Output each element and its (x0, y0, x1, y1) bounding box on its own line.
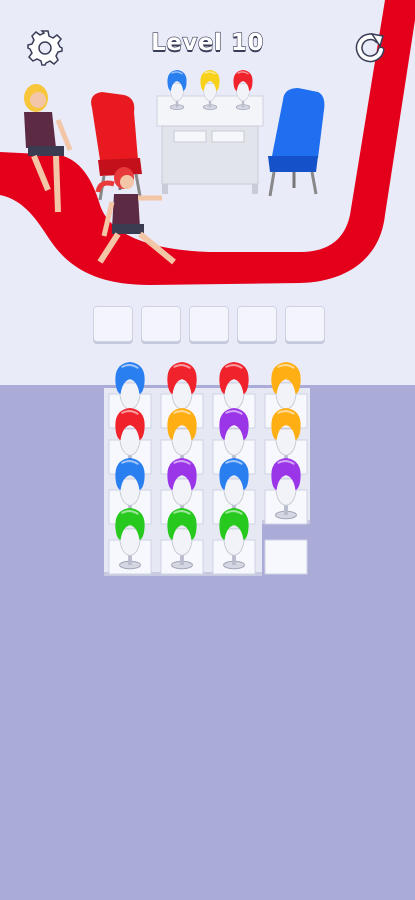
wig-display-table (156, 95, 264, 194)
selection-slot-5[interactable] (285, 306, 325, 342)
wig-tile (264, 539, 308, 575)
selection-slot-4[interactable] (237, 306, 277, 342)
game-scene (0, 0, 415, 900)
selection-slot-1[interactable] (93, 306, 133, 342)
restart-button[interactable] (350, 28, 390, 68)
restart-arrow-icon (355, 32, 385, 63)
selection-slot-2[interactable] (141, 306, 181, 342)
selection-slot-3[interactable] (189, 306, 229, 342)
